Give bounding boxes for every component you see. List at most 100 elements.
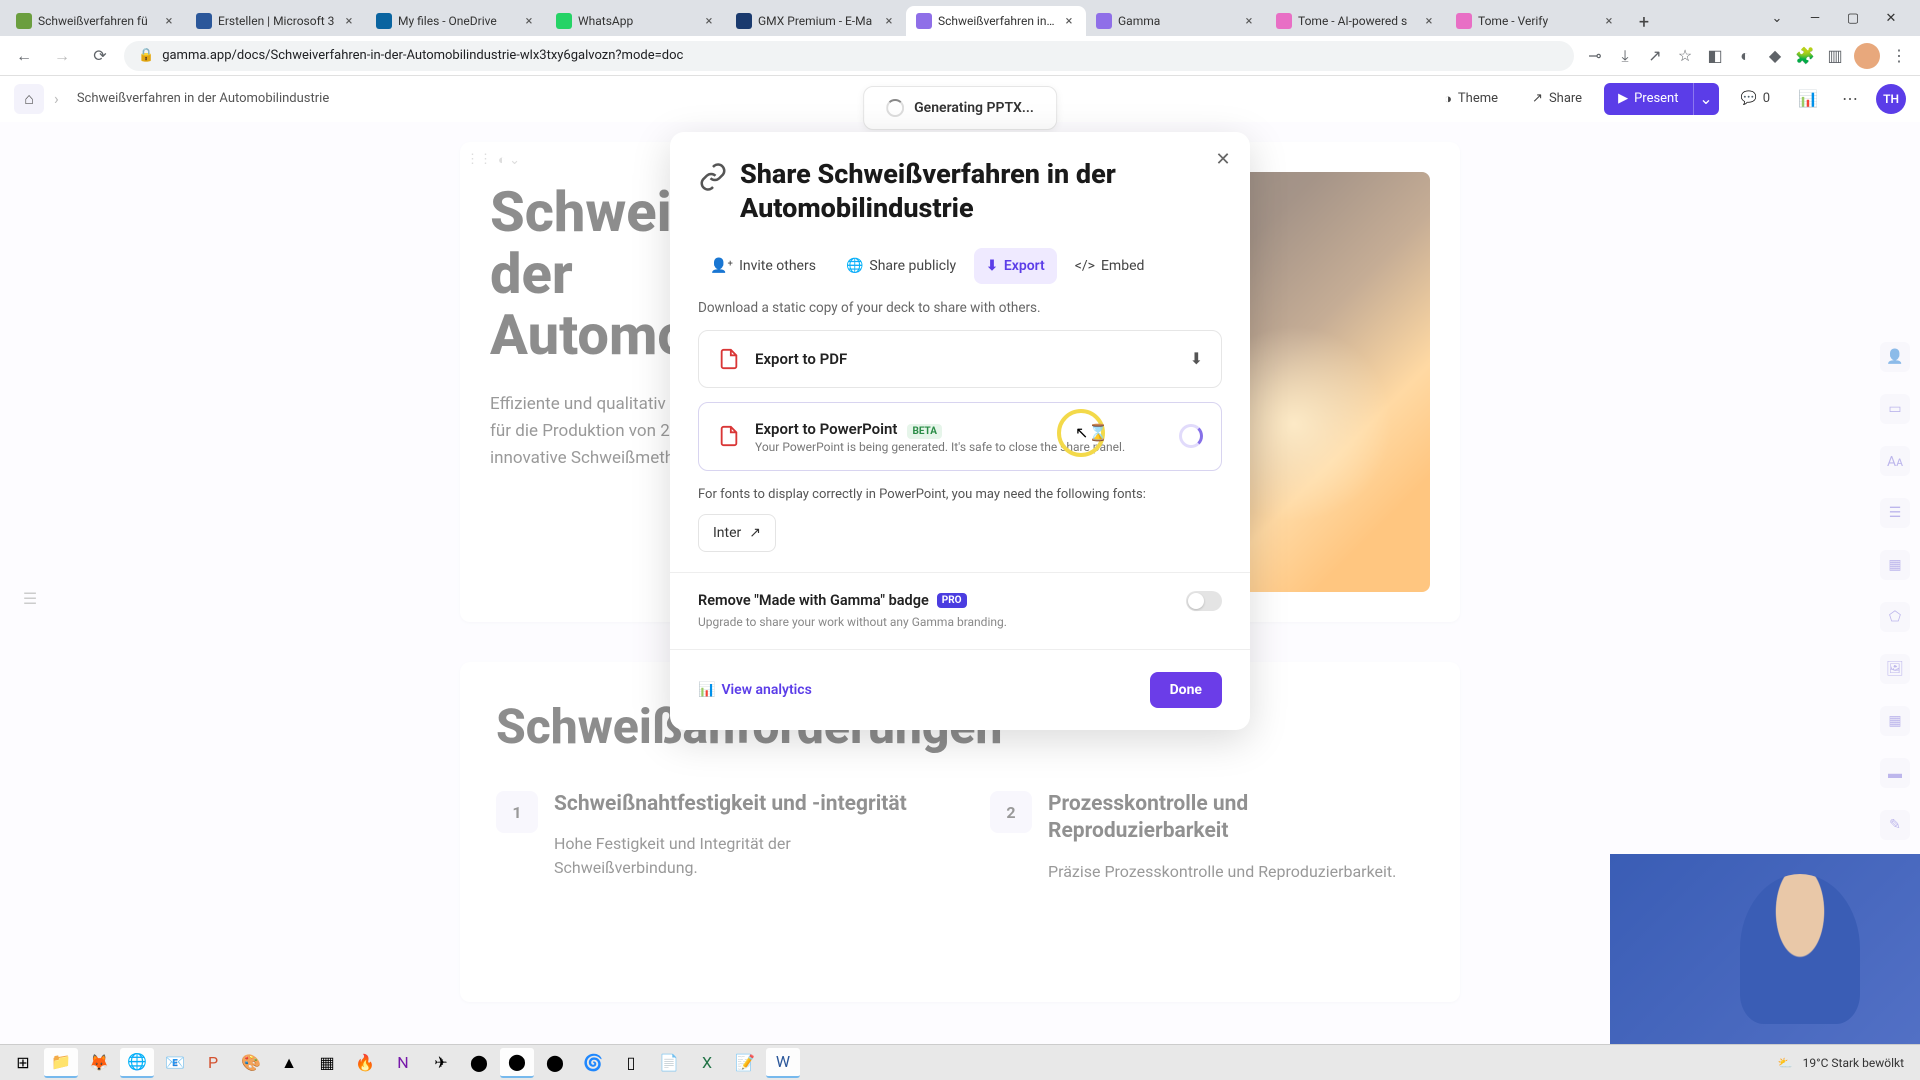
close-icon[interactable]: × bbox=[882, 14, 896, 28]
install-icon[interactable]: ⤓ bbox=[1614, 45, 1636, 67]
weather-text: 19°C Stark bewölkt bbox=[1803, 1056, 1904, 1070]
tab-1[interactable]: Erstellen | Microsoft 3 × bbox=[186, 6, 366, 36]
home-button[interactable]: ⌂ bbox=[14, 84, 44, 114]
tab-3[interactable]: WhatsApp × bbox=[546, 6, 726, 36]
remove-badge-label: Remove "Made with Gamma" badge bbox=[698, 592, 929, 609]
notepad-icon[interactable]: 📝 bbox=[728, 1048, 762, 1078]
tab-7[interactable]: Tome - AI-powered s × bbox=[1266, 6, 1446, 36]
tab-title: WhatsApp bbox=[578, 14, 696, 28]
obs-icon[interactable]: ⬤ bbox=[500, 1048, 534, 1078]
export-pdf-row[interactable]: Export to PDF ⬇ bbox=[698, 330, 1222, 388]
app-icon[interactable]: ⬤ bbox=[462, 1048, 496, 1078]
app-icon[interactable]: ⬤ bbox=[538, 1048, 572, 1078]
external-link-icon: ↗ bbox=[749, 525, 761, 541]
onenote-icon[interactable]: N bbox=[386, 1048, 420, 1078]
done-button[interactable]: Done bbox=[1150, 672, 1222, 708]
explorer-icon[interactable]: 📁 bbox=[44, 1048, 78, 1078]
close-icon[interactable]: × bbox=[162, 14, 176, 28]
app-icon[interactable]: 📄 bbox=[652, 1048, 686, 1078]
chevron-down-icon[interactable]: ⌄ bbox=[1762, 4, 1792, 32]
share-icon[interactable]: ↗ bbox=[1644, 45, 1666, 67]
tab-6[interactable]: Gamma× bbox=[1086, 6, 1266, 36]
telegram-icon[interactable]: ✈ bbox=[424, 1048, 458, 1078]
firefox-icon[interactable]: 🦊 bbox=[82, 1048, 116, 1078]
url-input[interactable]: 🔒 gamma.app/docs/Schweiverfahren-in-der-… bbox=[124, 41, 1574, 71]
tab-export[interactable]: ⬇Export bbox=[974, 248, 1057, 284]
sidepanel-icon[interactable]: ▥ bbox=[1824, 45, 1846, 67]
word-icon[interactable]: W bbox=[766, 1048, 800, 1078]
close-icon[interactable]: × bbox=[702, 14, 716, 28]
palette-icon: ◑ bbox=[1444, 91, 1452, 107]
back-button[interactable]: ← bbox=[10, 42, 38, 70]
tab-5[interactable]: Schweißverfahren in d× bbox=[906, 6, 1086, 36]
theme-button[interactable]: ◑Theme bbox=[1432, 83, 1510, 115]
tab-embed[interactable]: </>Embed bbox=[1063, 248, 1157, 284]
key-icon[interactable]: ⊸ bbox=[1584, 45, 1606, 67]
view-analytics-link[interactable]: 📊 View analytics bbox=[698, 682, 812, 698]
extension-icon[interactable]: ◐ bbox=[1734, 45, 1756, 67]
remove-badge-row: Remove "Made with Gamma" badge PRO bbox=[698, 591, 1222, 611]
present-button[interactable]: ▶Present bbox=[1604, 83, 1692, 115]
present-options-button[interactable]: ⌄ bbox=[1693, 83, 1719, 115]
menu-icon[interactable]: ⋮ bbox=[1888, 45, 1910, 67]
remove-badge-subtext: Upgrade to share your work without any G… bbox=[698, 615, 1222, 629]
breadcrumb[interactable]: Schweißverfahren in der Automobilindustr… bbox=[69, 87, 337, 110]
pro-badge: PRO bbox=[937, 593, 967, 608]
more-button[interactable]: ⋯ bbox=[1834, 83, 1866, 115]
close-button[interactable]: ✕ bbox=[1210, 146, 1236, 172]
fonts-note: For fonts to display correctly in PowerP… bbox=[698, 487, 1222, 502]
spinner-icon bbox=[886, 99, 904, 117]
analytics-icon[interactable]: 📊 bbox=[1792, 83, 1824, 115]
close-icon[interactable]: ✕ bbox=[1876, 4, 1906, 32]
close-icon[interactable]: × bbox=[1422, 14, 1436, 28]
extension-icon[interactable]: ◧ bbox=[1704, 45, 1726, 67]
outlook-icon[interactable]: 📧 bbox=[158, 1048, 192, 1078]
app-icon[interactable]: ▯ bbox=[614, 1048, 648, 1078]
app-icon[interactable]: 🎨 bbox=[234, 1048, 268, 1078]
vlc-icon[interactable]: ▲ bbox=[272, 1048, 306, 1078]
close-icon[interactable]: × bbox=[342, 14, 356, 28]
extension-icon[interactable]: ◆ bbox=[1764, 45, 1786, 67]
profile-avatar[interactable] bbox=[1854, 43, 1880, 69]
export-ppt-row[interactable]: Export to PowerPoint BETA Your PowerPoin… bbox=[698, 402, 1222, 471]
app-icon[interactable]: 🌀 bbox=[576, 1048, 610, 1078]
close-icon[interactable]: × bbox=[1242, 14, 1256, 28]
minimize-icon[interactable]: — bbox=[1800, 4, 1830, 32]
modal-title: Share Schweißverfahren in der Automobili… bbox=[740, 158, 1222, 226]
tab-4[interactable]: GMX Premium - E-Ma× bbox=[726, 6, 906, 36]
excel-icon[interactable]: X bbox=[690, 1048, 724, 1078]
reload-button[interactable]: ⟳ bbox=[86, 42, 114, 70]
tab-0[interactable]: Schweißverfahren fü× bbox=[6, 6, 186, 36]
font-name: Inter bbox=[713, 525, 741, 541]
bookmark-icon[interactable]: ☆ bbox=[1674, 45, 1696, 67]
code-icon: </> bbox=[1075, 258, 1095, 274]
download-icon: ⬇ bbox=[1190, 349, 1203, 368]
tab-public[interactable]: 🌐Share publicly bbox=[834, 248, 968, 284]
start-button[interactable]: ⊞ bbox=[6, 1048, 40, 1078]
tab-2[interactable]: My files - OneDrive × bbox=[366, 6, 546, 36]
close-icon[interactable]: × bbox=[522, 14, 536, 28]
maximize-icon[interactable]: ▢ bbox=[1838, 4, 1868, 32]
new-tab-button[interactable]: + bbox=[1630, 8, 1658, 36]
app-icon[interactable]: 🔥 bbox=[348, 1048, 382, 1078]
app-icon[interactable]: ▦ bbox=[310, 1048, 344, 1078]
tab-title: My files - OneDrive bbox=[398, 14, 516, 28]
font-download-chip[interactable]: Inter ↗ bbox=[698, 514, 776, 552]
powerpoint-icon[interactable]: P bbox=[196, 1048, 230, 1078]
close-icon[interactable]: × bbox=[1062, 14, 1076, 28]
forward-button[interactable]: → bbox=[48, 42, 76, 70]
tab-title: Tome - AI-powered s bbox=[1298, 14, 1416, 28]
tab-title: Erstellen | Microsoft 3 bbox=[218, 14, 336, 28]
close-icon[interactable]: × bbox=[1602, 14, 1616, 28]
remove-badge-toggle[interactable] bbox=[1186, 591, 1222, 611]
tab-8[interactable]: Tome - Verify× bbox=[1446, 6, 1626, 36]
ppt-icon bbox=[717, 424, 741, 448]
user-avatar[interactable]: TH bbox=[1876, 84, 1906, 114]
link-icon bbox=[698, 162, 728, 194]
extensions-menu-icon[interactable]: 🧩 bbox=[1794, 45, 1816, 67]
system-tray[interactable]: ⛅ 19°C Stark bewölkt bbox=[1778, 1056, 1914, 1070]
tab-invite[interactable]: 👤⁺Invite others bbox=[698, 248, 828, 284]
share-button[interactable]: ↗Share bbox=[1520, 83, 1594, 115]
comments-button[interactable]: 💬0 bbox=[1729, 83, 1783, 115]
chrome-icon[interactable]: 🌐 bbox=[120, 1048, 154, 1078]
